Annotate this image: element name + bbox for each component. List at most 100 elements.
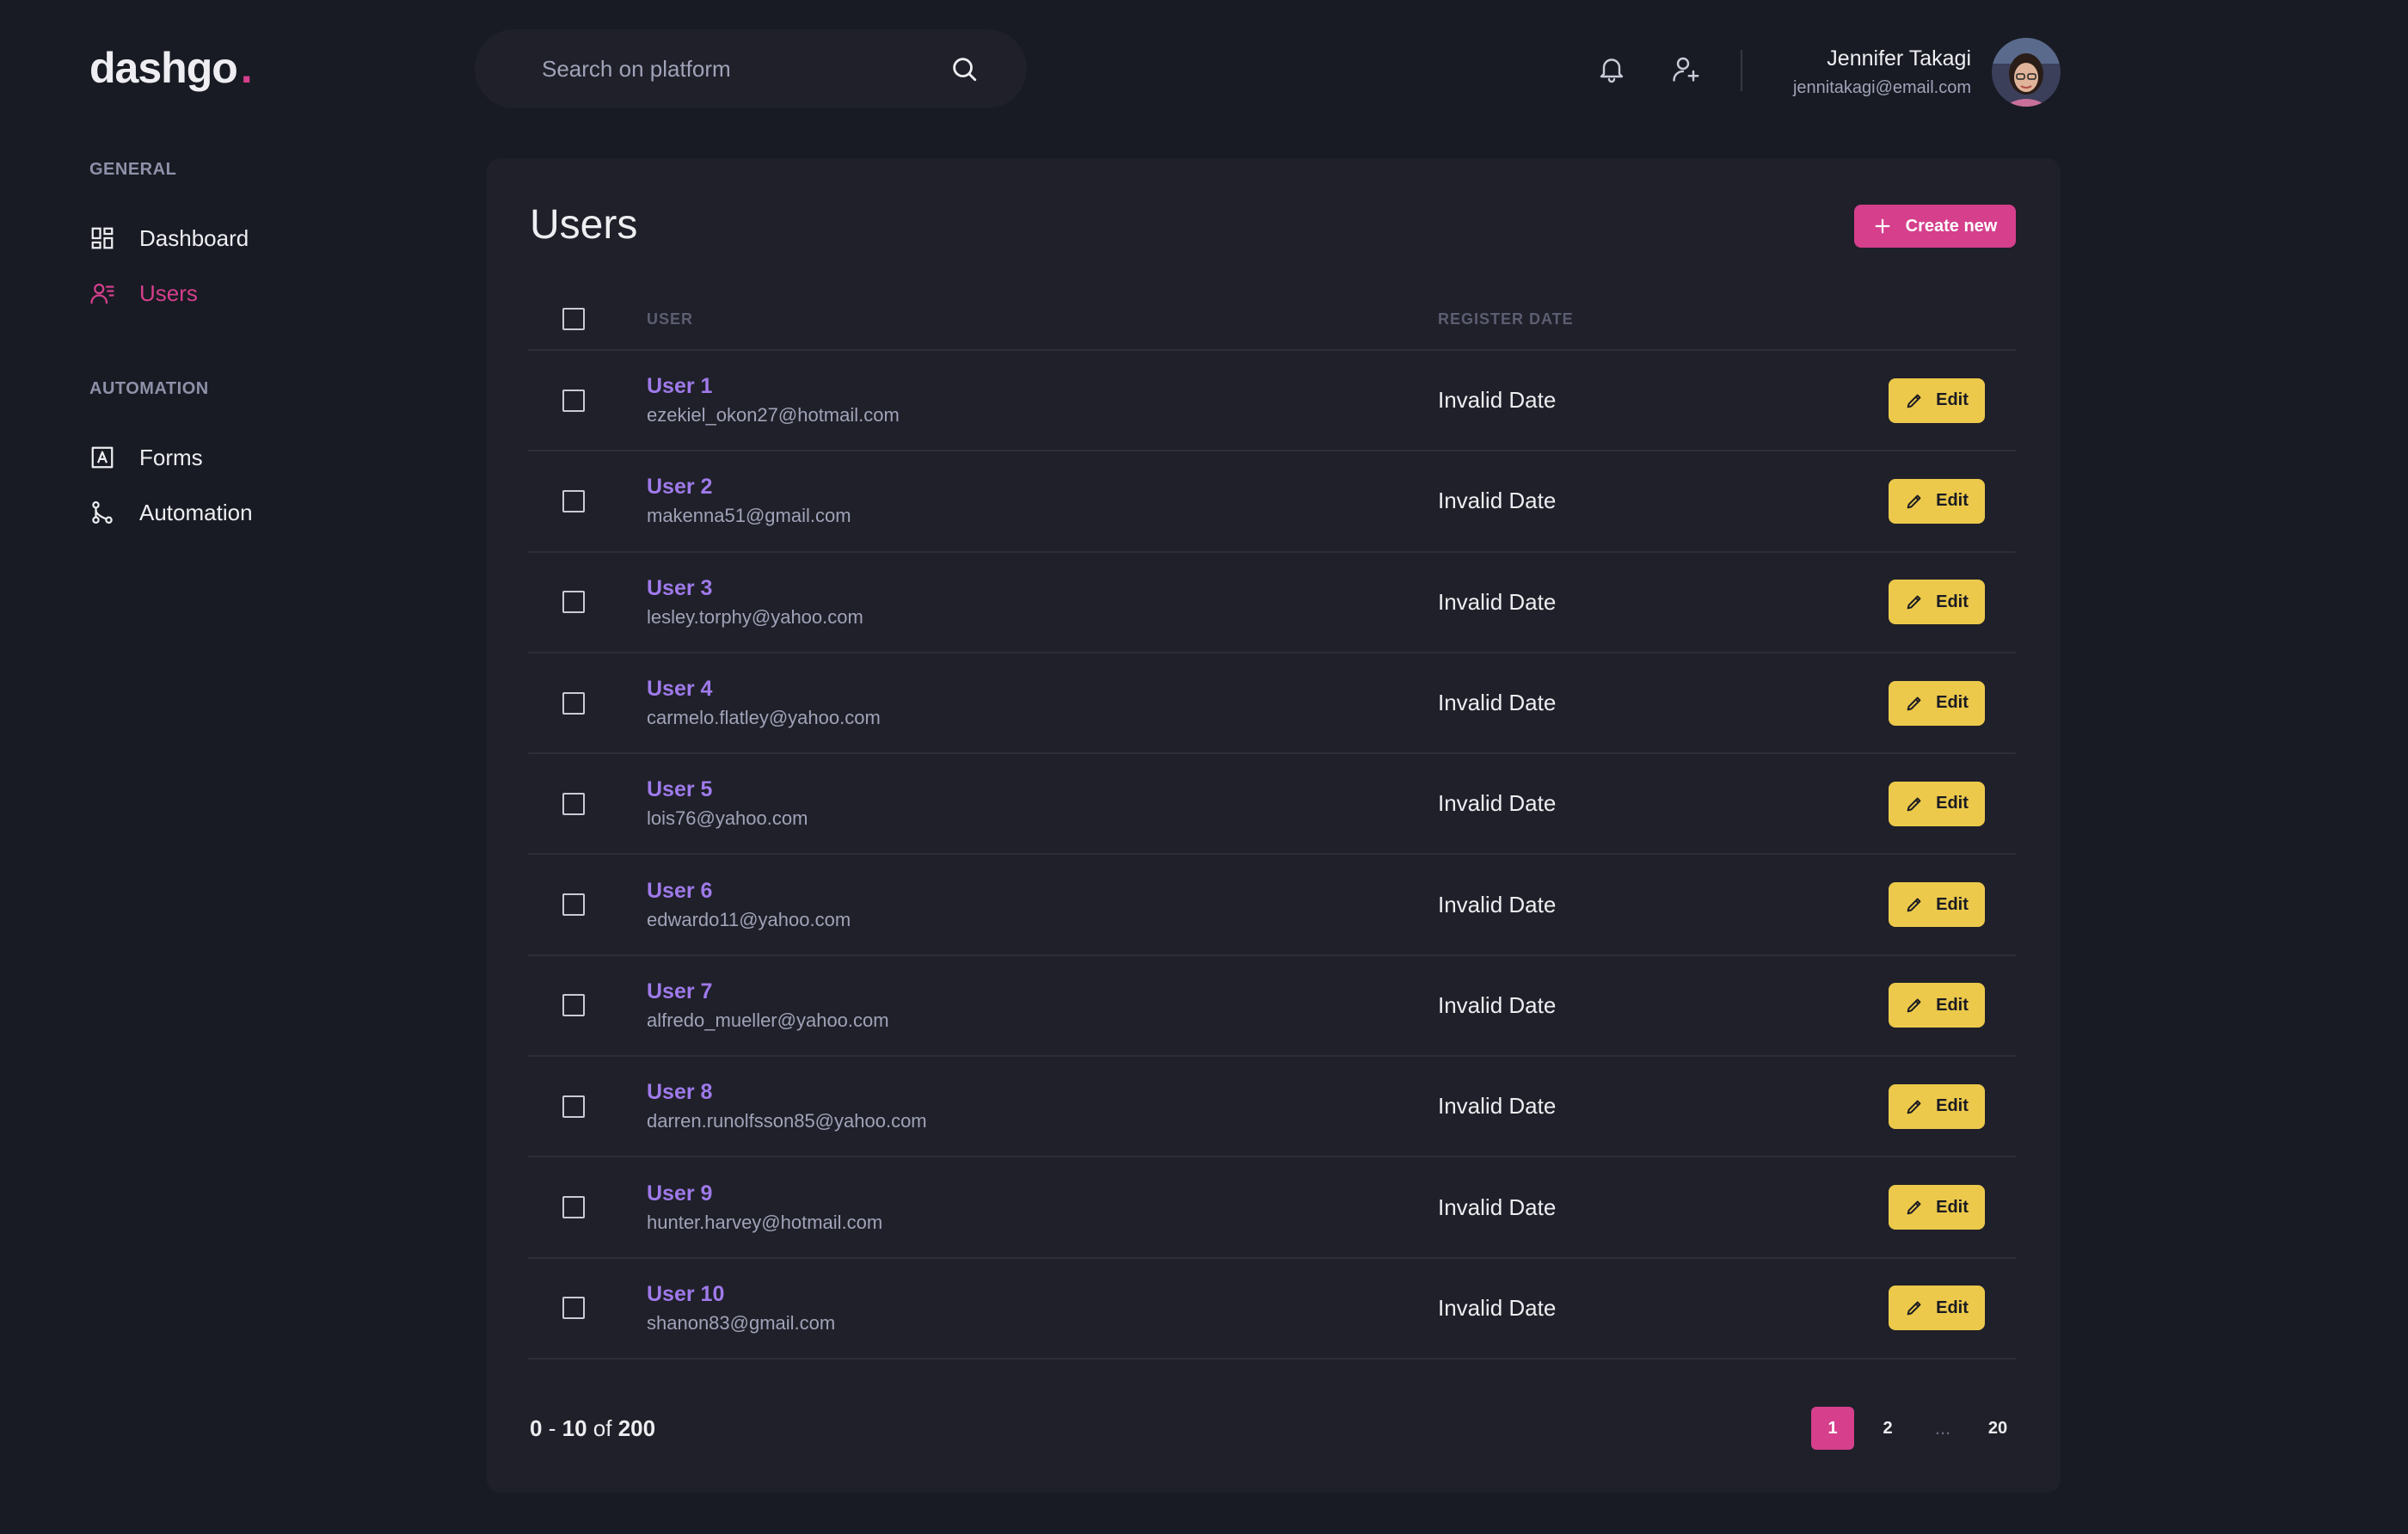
table-footer: 0 - 10 of 200 1 2... 20	[530, 1407, 2018, 1450]
sidebar-item-users[interactable]: Users	[89, 266, 433, 321]
user-add-icon[interactable]	[1670, 53, 1701, 84]
row-checkbox[interactable]	[562, 1196, 585, 1219]
user-name-link[interactable]: User 6	[647, 879, 1438, 904]
row-checkbox[interactable]	[562, 1297, 585, 1320]
bell-icon[interactable]	[1596, 53, 1627, 84]
actions-cell: Edit	[1825, 1083, 2016, 1129]
table-row: User 8 darren.runolfsson85@yahoo.com Inval…	[528, 1057, 2016, 1158]
table-header: USER REGISTER DATE	[528, 289, 2016, 351]
sidebar-item-dashboard[interactable]: Dashboard	[89, 211, 433, 266]
row-check-cell	[528, 389, 647, 412]
table-row: User 1 ezekiel_okon27@hotmail.com Invalid …	[528, 351, 2016, 452]
page-button-1[interactable]: 1	[1811, 1407, 1854, 1450]
register-date: Invalid Date	[1438, 588, 1557, 615]
header-check-cell	[528, 308, 647, 330]
row-checkbox[interactable]	[562, 591, 585, 614]
register-date: Invalid Date	[1438, 1294, 1557, 1321]
edit-label: Edit	[1936, 390, 1969, 410]
register-date: Invalid Date	[1438, 991, 1557, 1018]
edit-label: Edit	[1936, 1197, 1969, 1217]
sidebar-item-forms[interactable]: Forms	[89, 430, 433, 485]
row-check-cell	[528, 893, 647, 917]
user-email: lois76@yahoo.com	[647, 807, 808, 830]
user-name-link[interactable]: User 2	[647, 475, 1438, 500]
edit-button[interactable]: Edit	[1889, 680, 1985, 726]
page-button-2[interactable]: 2	[1866, 1407, 1909, 1450]
row-checkbox[interactable]	[562, 792, 585, 815]
range-end: 10	[562, 1414, 587, 1441]
user-name-link[interactable]: User 10	[647, 1282, 1438, 1307]
actions-cell: Edit	[1825, 882, 2016, 928]
row-check-cell	[528, 1095, 647, 1118]
forms-icon	[89, 445, 115, 470]
edit-button[interactable]: Edit	[1889, 882, 1985, 928]
page-button-20[interactable]: 20	[1976, 1407, 2019, 1450]
edit-button[interactable]: Edit	[1889, 377, 1985, 423]
search-input[interactable]	[542, 55, 949, 83]
avatar[interactable]	[1992, 38, 2061, 107]
user-name-link[interactable]: User 3	[647, 576, 1438, 601]
edit-button[interactable]: Edit	[1889, 1185, 1985, 1230]
create-new-button[interactable]: Create new	[1854, 205, 2016, 248]
user-cell: User 9 hunter.harvey@hotmail.com	[647, 1181, 1438, 1234]
user-name-link[interactable]: User 9	[647, 1181, 1438, 1206]
user-name-link[interactable]: User 5	[647, 777, 1438, 802]
user-profile[interactable]: Jennifer Takagi jennitakagi@email.com	[1772, 38, 2061, 107]
users-icon	[89, 280, 115, 306]
range-separator: -	[548, 1414, 556, 1441]
table-row: User 7 alfredo_mueller@yahoo.com Invalid D…	[528, 956, 2016, 1058]
pencil-icon	[1905, 996, 1924, 1015]
user-email: darren.runolfsson85@yahoo.com	[647, 1110, 927, 1132]
row-checkbox[interactable]	[562, 489, 585, 512]
register-date: Invalid Date	[1438, 790, 1557, 817]
sidebar-item-automation[interactable]: Automation	[89, 485, 433, 540]
row-checkbox[interactable]	[562, 1095, 585, 1118]
register-date: Invalid Date	[1438, 690, 1557, 716]
row-checkbox[interactable]	[562, 389, 585, 412]
row-checkbox[interactable]	[562, 994, 585, 1017]
nav-section-title: AUTOMATION	[89, 379, 209, 398]
user-name-link[interactable]: User 1	[647, 374, 1438, 399]
register-date: Invalid Date	[1438, 488, 1557, 514]
select-all-checkbox[interactable]	[562, 308, 585, 330]
header-divider	[1741, 50, 1742, 91]
actions-cell: Edit	[1825, 1285, 2016, 1331]
pencil-icon	[1905, 1198, 1924, 1217]
edit-button[interactable]: Edit	[1889, 781, 1985, 826]
edit-button[interactable]: Edit	[1889, 1083, 1985, 1129]
range-start: 0	[530, 1414, 543, 1441]
edit-button[interactable]: Edit	[1889, 983, 1985, 1028]
table-row: User 10 shanon83@gmail.com Invalid Date Edi…	[528, 1259, 2016, 1359]
row-checkbox[interactable]	[562, 691, 585, 715]
register-date: Invalid Date	[1438, 1093, 1557, 1120]
profile-name: Jennifer Takagi	[1827, 46, 1971, 71]
brand-logo[interactable]: dashgo.	[89, 43, 253, 93]
row-check-cell	[528, 691, 647, 715]
pencil-icon	[1905, 895, 1924, 914]
user-name-link[interactable]: User 8	[647, 1080, 1438, 1105]
actions-cell: Edit	[1825, 478, 2016, 524]
range-of: of	[593, 1414, 612, 1441]
pencil-icon	[1905, 592, 1924, 611]
search-bar[interactable]	[475, 29, 1027, 108]
user-name-link[interactable]: User 4	[647, 677, 1438, 702]
automation-icon	[89, 500, 115, 525]
brand-name: dashgo	[89, 44, 238, 92]
user-cell: User 7 alfredo_mueller@yahoo.com	[647, 979, 1438, 1032]
edit-button[interactable]: Edit	[1889, 478, 1985, 524]
user-name-link[interactable]: User 7	[647, 979, 1438, 1004]
edit-button[interactable]: Edit	[1889, 580, 1985, 625]
pagination-range: 0 - 10 of 200	[530, 1415, 655, 1442]
pagination: 1 2... 20	[1811, 1407, 2019, 1450]
row-check-cell	[528, 591, 647, 614]
column-header-register-date: REGISTER DATE	[1438, 310, 1574, 328]
column-header-user: USER	[647, 310, 694, 328]
register-date: Invalid Date	[1438, 1193, 1557, 1220]
row-checkbox[interactable]	[562, 893, 585, 917]
register-date: Invalid Date	[1438, 891, 1557, 917]
user-cell: User 5 lois76@yahoo.com	[647, 777, 1438, 830]
row-check-cell	[528, 1196, 647, 1219]
edit-button[interactable]: Edit	[1889, 1285, 1985, 1331]
search-icon[interactable]	[949, 54, 979, 83]
actions-cell: Edit	[1825, 1185, 2016, 1230]
